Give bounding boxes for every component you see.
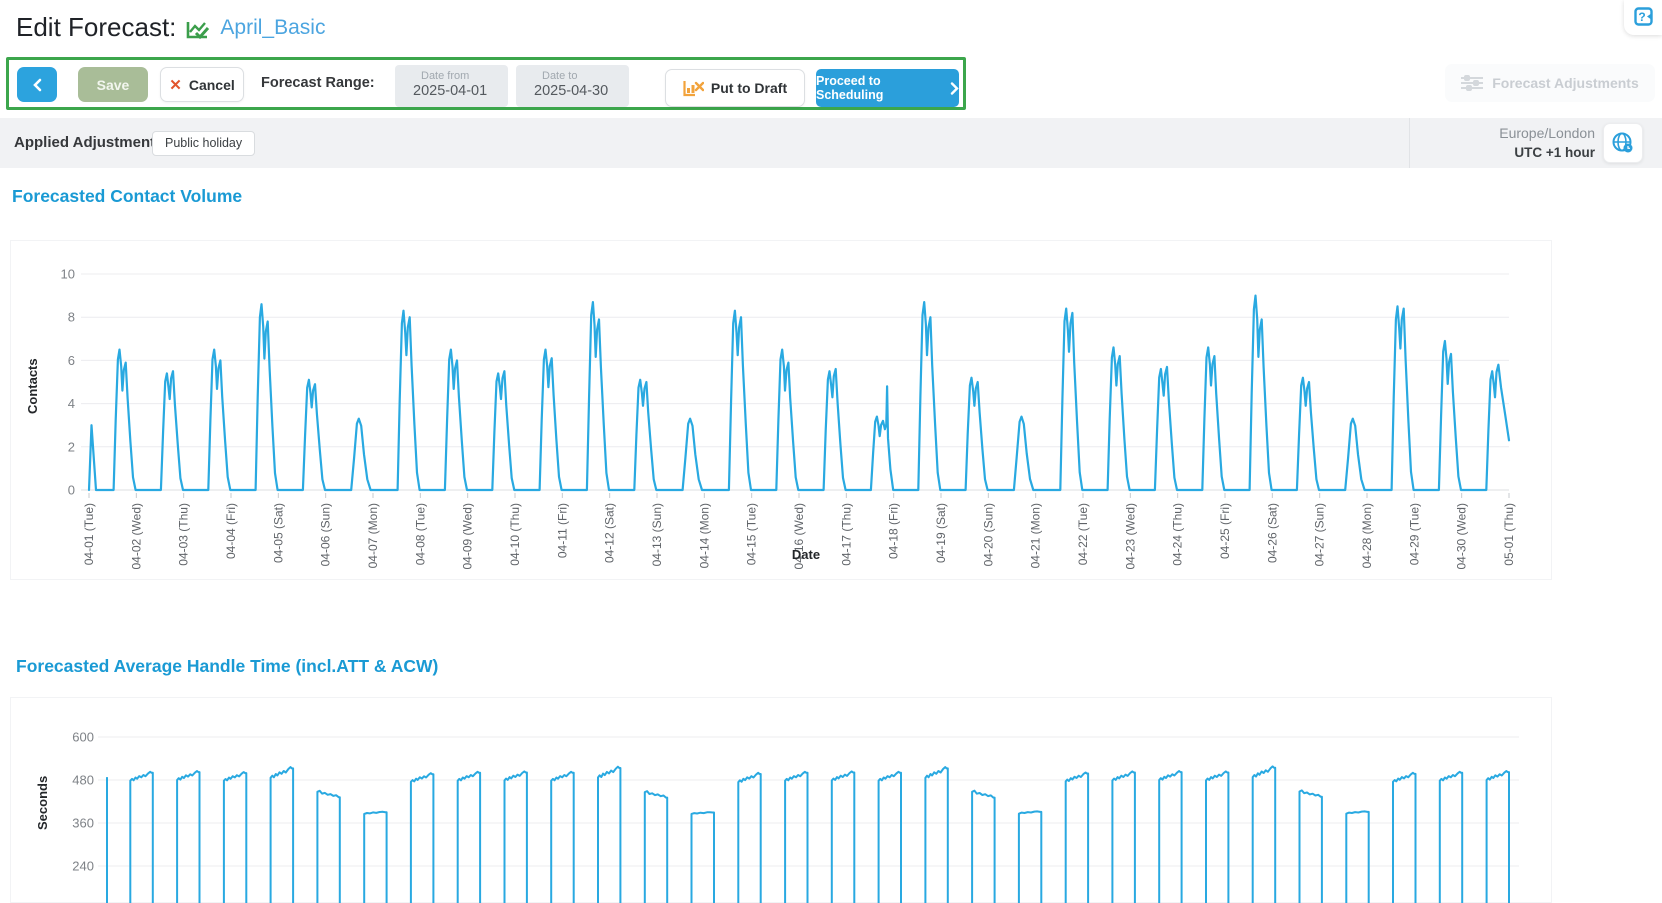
timezone-globe-button[interactable] xyxy=(1603,123,1643,163)
chevron-left-icon xyxy=(32,78,42,92)
svg-text:04-02 (Wed): 04-02 (Wed) xyxy=(129,503,143,569)
toolbar: Save ✕ Cancel Forecast Range: Date from … xyxy=(6,57,966,110)
svg-text:04-19 (Sat): 04-19 (Sat) xyxy=(934,503,948,563)
svg-text:04-29 (Tue): 04-29 (Tue) xyxy=(1407,503,1421,565)
put-to-draft-label: Put to Draft xyxy=(711,80,787,96)
proceed-label: Proceed to Scheduling xyxy=(816,74,945,102)
svg-text:600: 600 xyxy=(72,730,94,745)
svg-text:6: 6 xyxy=(68,353,75,368)
svg-text:240: 240 xyxy=(72,859,94,874)
svg-text:04-05 (Sat): 04-05 (Sat) xyxy=(271,503,285,563)
svg-text:04-15 (Tue): 04-15 (Tue) xyxy=(745,503,759,565)
svg-text:04-06 (Sun): 04-06 (Sun) xyxy=(319,503,333,566)
svg-text:0: 0 xyxy=(68,483,75,498)
svg-text:04-23 (Wed): 04-23 (Wed) xyxy=(1123,503,1137,569)
page-title-text: Edit Forecast: xyxy=(16,12,176,43)
page: { "header": { "title": "Edit Forecast:",… xyxy=(0,0,1662,903)
svg-text:8: 8 xyxy=(68,310,75,325)
contacts-axis-title: Contacts xyxy=(25,316,40,456)
applied-adjustments-label: Applied Adjustments: xyxy=(14,118,168,168)
forecast-adjustments-label: Forecast Adjustments xyxy=(1492,75,1639,91)
svg-text:04-10 (Thu): 04-10 (Thu) xyxy=(508,503,522,566)
forecast-adjustments-button[interactable]: Forecast Adjustments xyxy=(1445,64,1655,102)
svg-text:04-03 (Thu): 04-03 (Thu) xyxy=(177,503,191,566)
date-from-label: Date from xyxy=(413,70,508,82)
svg-text:04-09 (Wed): 04-09 (Wed) xyxy=(461,503,475,569)
date-from-value: 2025-04-01 xyxy=(413,83,508,99)
aht-title: Forecasted Average Handle Time (incl.ATT… xyxy=(16,656,438,677)
svg-text:04-04 (Fri): 04-04 (Fri) xyxy=(224,503,238,559)
svg-text:04-13 (Sun): 04-13 (Sun) xyxy=(650,503,664,566)
svg-text:480: 480 xyxy=(72,773,94,788)
svg-text:04-07 (Mon): 04-07 (Mon) xyxy=(366,503,380,568)
svg-text:04-20 (Sun): 04-20 (Sun) xyxy=(981,503,995,566)
timezone-region: Europe/London xyxy=(1409,124,1595,143)
proceed-to-scheduling-button[interactable]: Proceed to Scheduling xyxy=(816,69,959,107)
page-title: Edit Forecast: April_Basic xyxy=(16,12,325,43)
chevron-right-icon xyxy=(950,82,959,95)
date-axis-title: Date xyxy=(761,547,851,562)
cancel-button[interactable]: ✕ Cancel xyxy=(160,67,244,102)
chart-draft-icon xyxy=(683,79,704,97)
svg-text:04-08 (Tue): 04-08 (Tue) xyxy=(413,503,427,565)
contact-volume-card: 10 8 6 4 2 0 04-01 (Tue) 04-02 (Wed) 04-03 (Thu)… xyxy=(10,240,1552,580)
contact-volume-title: Forecasted Contact Volume xyxy=(12,186,242,207)
forecast-name-link[interactable]: April_Basic xyxy=(220,16,325,40)
aht-card: 600 480 360 240 Seconds xyxy=(10,697,1552,903)
aht-chart: 600 480 360 240 xyxy=(11,698,1553,903)
svg-text:04-11 (Fri): 04-11 (Fri) xyxy=(555,503,569,558)
date-to-label: Date to xyxy=(534,70,629,82)
put-to-draft-button[interactable]: Put to Draft xyxy=(665,69,805,107)
adjustment-chip: Public holiday xyxy=(152,131,255,156)
svg-text:04-24 (Thu): 04-24 (Thu) xyxy=(1171,503,1185,566)
applied-adjustments-bar: Applied Adjustments: Public holiday Euro… xyxy=(0,118,1662,168)
svg-text:360: 360 xyxy=(72,816,94,831)
svg-text:04-30 (Wed): 04-30 (Wed) xyxy=(1455,503,1469,569)
svg-text:04-12 (Sat): 04-12 (Sat) xyxy=(603,503,617,563)
svg-text:05-01 (Thu): 05-01 (Thu) xyxy=(1502,503,1516,566)
svg-text:04-27 (Sun): 04-27 (Sun) xyxy=(1313,503,1327,566)
svg-text:10: 10 xyxy=(61,267,75,282)
svg-text:04-25 (Fri): 04-25 (Fri) xyxy=(1218,503,1232,559)
date-from-field[interactable]: Date from 2025-04-01 xyxy=(395,65,508,107)
timezone-info: Europe/London UTC +1 hour xyxy=(1409,124,1595,162)
close-icon: ✕ xyxy=(169,76,182,94)
help-icon: ? xyxy=(1634,7,1653,26)
forecast-range-label: Forecast Range: xyxy=(261,60,375,107)
svg-text:04-28 (Mon): 04-28 (Mon) xyxy=(1360,503,1374,568)
save-button[interactable]: Save xyxy=(78,67,148,102)
svg-text:04-14 (Mon): 04-14 (Mon) xyxy=(697,503,711,568)
svg-text:04-01 (Tue): 04-01 (Tue) xyxy=(82,503,96,565)
forecast-icon xyxy=(186,20,210,40)
svg-text:04-18 (Fri): 04-18 (Fri) xyxy=(887,503,901,559)
svg-text:?: ? xyxy=(1638,10,1645,24)
seconds-axis-title: Seconds xyxy=(35,743,50,863)
svg-text:04-21 (Mon): 04-21 (Mon) xyxy=(1029,503,1043,568)
svg-text:04-22 (Tue): 04-22 (Tue) xyxy=(1076,503,1090,565)
date-to-field[interactable]: Date to 2025-04-30 xyxy=(516,65,629,107)
globe-icon xyxy=(1611,131,1635,155)
cancel-button-label: Cancel xyxy=(189,77,235,93)
back-button[interactable] xyxy=(17,67,57,102)
sliders-icon xyxy=(1461,75,1483,91)
contact-volume-chart: 10 8 6 4 2 0 04-01 (Tue) 04-02 (Wed) 04-03 (Thu)… xyxy=(11,241,1553,579)
save-button-label: Save xyxy=(97,77,130,93)
help-button[interactable]: ? xyxy=(1624,0,1662,35)
date-to-value: 2025-04-30 xyxy=(534,83,629,99)
svg-text:04-26 (Sat): 04-26 (Sat) xyxy=(1265,503,1279,563)
svg-text:4: 4 xyxy=(68,396,75,411)
timezone-offset: UTC +1 hour xyxy=(1409,143,1595,162)
svg-text:2: 2 xyxy=(68,439,75,454)
